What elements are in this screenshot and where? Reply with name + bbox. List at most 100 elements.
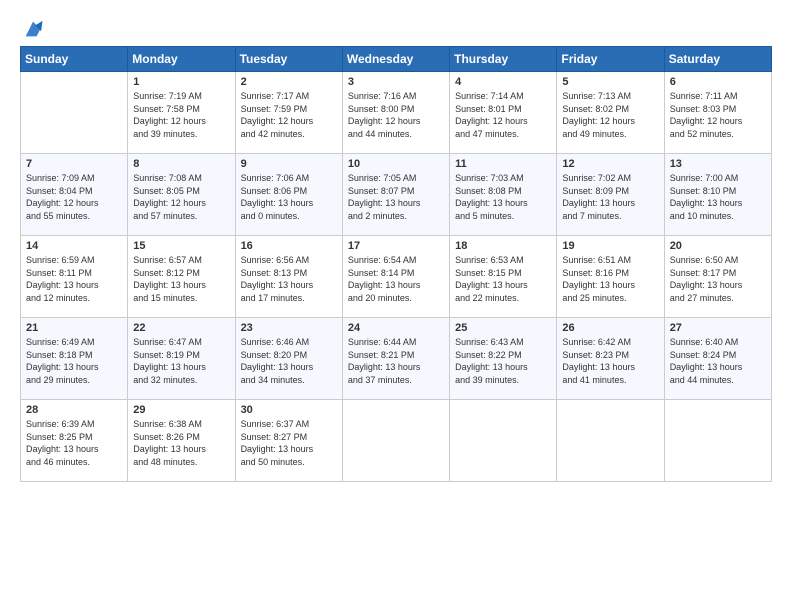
day-number: 17 bbox=[348, 240, 444, 252]
cell-info: Sunrise: 7:08 AM Sunset: 8:05 PM Dayligh… bbox=[133, 172, 229, 222]
day-number: 27 bbox=[670, 322, 766, 334]
cell-info: Sunrise: 6:53 AM Sunset: 8:15 PM Dayligh… bbox=[455, 254, 551, 304]
cell-info: Sunrise: 6:54 AM Sunset: 8:14 PM Dayligh… bbox=[348, 254, 444, 304]
day-number: 3 bbox=[348, 76, 444, 88]
calendar: SundayMondayTuesdayWednesdayThursdayFrid… bbox=[20, 46, 772, 482]
logo bbox=[20, 18, 44, 36]
day-number: 8 bbox=[133, 158, 229, 170]
day-number: 26 bbox=[562, 322, 658, 334]
calendar-cell: 7 Sunrise: 7:09 AM Sunset: 8:04 PM Daylig… bbox=[21, 154, 128, 236]
calendar-cell: 13 Sunrise: 7:00 AM Sunset: 8:10 PM Dayli… bbox=[664, 154, 771, 236]
calendar-week-1: 1Sunrise: 7:19 AM Sunset: 7:58 PM Daylig… bbox=[21, 72, 772, 154]
cell-info: Sunrise: 6:38 AM Sunset: 8:26 PM Dayligh… bbox=[133, 418, 229, 468]
calendar-cell: 17 Sunrise: 6:54 AM Sunset: 8:14 PM Dayli… bbox=[342, 236, 449, 318]
day-number: 23 bbox=[241, 322, 337, 334]
cell-info: Sunrise: 7:16 AM Sunset: 8:00 PM Dayligh… bbox=[348, 90, 444, 140]
cell-info: Sunrise: 6:50 AM Sunset: 8:17 PM Dayligh… bbox=[670, 254, 766, 304]
calendar-cell: 20Sunrise: 6:50 AM Sunset: 8:17 PM Dayli… bbox=[664, 236, 771, 318]
weekday-header-wednesday: Wednesday bbox=[342, 47, 449, 72]
calendar-cell: 22 Sunrise: 6:47 AM Sunset: 8:19 PM Dayli… bbox=[128, 318, 235, 400]
logo-icon bbox=[22, 18, 44, 40]
day-number: 24 bbox=[348, 322, 444, 334]
calendar-cell: 28 Sunrise: 6:39 AM Sunset: 8:25 PM Dayli… bbox=[21, 400, 128, 482]
day-number: 28 bbox=[26, 404, 122, 416]
day-number: 22 bbox=[133, 322, 229, 334]
calendar-week-2: 7 Sunrise: 7:09 AM Sunset: 8:04 PM Daylig… bbox=[21, 154, 772, 236]
calendar-week-3: 14 Sunrise: 6:59 AM Sunset: 8:11 PM Dayli… bbox=[21, 236, 772, 318]
day-number: 10 bbox=[348, 158, 444, 170]
day-number: 16 bbox=[241, 240, 337, 252]
weekday-header-friday: Friday bbox=[557, 47, 664, 72]
cell-info: Sunrise: 6:39 AM Sunset: 8:25 PM Dayligh… bbox=[26, 418, 122, 468]
calendar-cell: 23 Sunrise: 6:46 AM Sunset: 8:20 PM Dayli… bbox=[235, 318, 342, 400]
weekday-header-monday: Monday bbox=[128, 47, 235, 72]
day-number: 30 bbox=[241, 404, 337, 416]
calendar-cell bbox=[557, 400, 664, 482]
cell-info: Sunrise: 7:06 AM Sunset: 8:06 PM Dayligh… bbox=[241, 172, 337, 222]
calendar-cell: 5Sunrise: 7:13 AM Sunset: 8:02 PM Daylig… bbox=[557, 72, 664, 154]
calendar-week-5: 28 Sunrise: 6:39 AM Sunset: 8:25 PM Dayli… bbox=[21, 400, 772, 482]
calendar-cell: 29Sunrise: 6:38 AM Sunset: 8:26 PM Dayli… bbox=[128, 400, 235, 482]
cell-info: Sunrise: 6:42 AM Sunset: 8:23 PM Dayligh… bbox=[562, 336, 658, 386]
calendar-cell: 12 Sunrise: 7:02 AM Sunset: 8:09 PM Dayli… bbox=[557, 154, 664, 236]
cell-info: Sunrise: 7:09 AM Sunset: 8:04 PM Dayligh… bbox=[26, 172, 122, 222]
cell-info: Sunrise: 6:49 AM Sunset: 8:18 PM Dayligh… bbox=[26, 336, 122, 386]
weekday-header-row: SundayMondayTuesdayWednesdayThursdayFrid… bbox=[21, 47, 772, 72]
cell-info: Sunrise: 6:46 AM Sunset: 8:20 PM Dayligh… bbox=[241, 336, 337, 386]
calendar-cell bbox=[342, 400, 449, 482]
calendar-cell bbox=[450, 400, 557, 482]
day-number: 12 bbox=[562, 158, 658, 170]
day-number: 4 bbox=[455, 76, 551, 88]
calendar-cell: 6 Sunrise: 7:11 AM Sunset: 8:03 PM Daylig… bbox=[664, 72, 771, 154]
day-number: 9 bbox=[241, 158, 337, 170]
calendar-cell: 14 Sunrise: 6:59 AM Sunset: 8:11 PM Dayli… bbox=[21, 236, 128, 318]
cell-info: Sunrise: 6:40 AM Sunset: 8:24 PM Dayligh… bbox=[670, 336, 766, 386]
cell-info: Sunrise: 7:11 AM Sunset: 8:03 PM Dayligh… bbox=[670, 90, 766, 140]
page: SundayMondayTuesdayWednesdayThursdayFrid… bbox=[0, 0, 792, 612]
calendar-cell: 27 Sunrise: 6:40 AM Sunset: 8:24 PM Dayli… bbox=[664, 318, 771, 400]
calendar-cell bbox=[21, 72, 128, 154]
header bbox=[20, 18, 772, 36]
cell-info: Sunrise: 6:59 AM Sunset: 8:11 PM Dayligh… bbox=[26, 254, 122, 304]
calendar-cell: 10 Sunrise: 7:05 AM Sunset: 8:07 PM Dayli… bbox=[342, 154, 449, 236]
cell-info: Sunrise: 6:51 AM Sunset: 8:16 PM Dayligh… bbox=[562, 254, 658, 304]
day-number: 19 bbox=[562, 240, 658, 252]
weekday-header-sunday: Sunday bbox=[21, 47, 128, 72]
weekday-header-thursday: Thursday bbox=[450, 47, 557, 72]
calendar-cell: 8 Sunrise: 7:08 AM Sunset: 8:05 PM Daylig… bbox=[128, 154, 235, 236]
calendar-cell: 15Sunrise: 6:57 AM Sunset: 8:12 PM Dayli… bbox=[128, 236, 235, 318]
day-number: 15 bbox=[133, 240, 229, 252]
calendar-cell: 30 Sunrise: 6:37 AM Sunset: 8:27 PM Dayli… bbox=[235, 400, 342, 482]
day-number: 13 bbox=[670, 158, 766, 170]
cell-info: Sunrise: 7:03 AM Sunset: 8:08 PM Dayligh… bbox=[455, 172, 551, 222]
calendar-cell: 3 Sunrise: 7:16 AM Sunset: 8:00 PM Daylig… bbox=[342, 72, 449, 154]
weekday-header-tuesday: Tuesday bbox=[235, 47, 342, 72]
calendar-cell: 18 Sunrise: 6:53 AM Sunset: 8:15 PM Dayli… bbox=[450, 236, 557, 318]
calendar-cell: 19 Sunrise: 6:51 AM Sunset: 8:16 PM Dayli… bbox=[557, 236, 664, 318]
day-number: 2 bbox=[241, 76, 337, 88]
cell-info: Sunrise: 7:05 AM Sunset: 8:07 PM Dayligh… bbox=[348, 172, 444, 222]
calendar-cell: 26 Sunrise: 6:42 AM Sunset: 8:23 PM Dayli… bbox=[557, 318, 664, 400]
day-number: 7 bbox=[26, 158, 122, 170]
day-number: 11 bbox=[455, 158, 551, 170]
cell-info: Sunrise: 7:00 AM Sunset: 8:10 PM Dayligh… bbox=[670, 172, 766, 222]
calendar-cell: 2 Sunrise: 7:17 AM Sunset: 7:59 PM Daylig… bbox=[235, 72, 342, 154]
calendar-cell: 11 Sunrise: 7:03 AM Sunset: 8:08 PM Dayli… bbox=[450, 154, 557, 236]
day-number: 21 bbox=[26, 322, 122, 334]
cell-info: Sunrise: 6:47 AM Sunset: 8:19 PM Dayligh… bbox=[133, 336, 229, 386]
cell-info: Sunrise: 6:37 AM Sunset: 8:27 PM Dayligh… bbox=[241, 418, 337, 468]
calendar-cell: 4Sunrise: 7:14 AM Sunset: 8:01 PM Daylig… bbox=[450, 72, 557, 154]
calendar-cell: 16Sunrise: 6:56 AM Sunset: 8:13 PM Dayli… bbox=[235, 236, 342, 318]
calendar-cell: 25 Sunrise: 6:43 AM Sunset: 8:22 PM Dayli… bbox=[450, 318, 557, 400]
cell-info: Sunrise: 7:02 AM Sunset: 8:09 PM Dayligh… bbox=[562, 172, 658, 222]
cell-info: Sunrise: 7:13 AM Sunset: 8:02 PM Dayligh… bbox=[562, 90, 658, 140]
calendar-cell: 21 Sunrise: 6:49 AM Sunset: 8:18 PM Dayli… bbox=[21, 318, 128, 400]
cell-info: Sunrise: 6:43 AM Sunset: 8:22 PM Dayligh… bbox=[455, 336, 551, 386]
day-number: 14 bbox=[26, 240, 122, 252]
calendar-cell: 9 Sunrise: 7:06 AM Sunset: 8:06 PM Daylig… bbox=[235, 154, 342, 236]
day-number: 18 bbox=[455, 240, 551, 252]
day-number: 25 bbox=[455, 322, 551, 334]
day-number: 1 bbox=[133, 76, 229, 88]
day-number: 6 bbox=[670, 76, 766, 88]
cell-info: Sunrise: 7:17 AM Sunset: 7:59 PM Dayligh… bbox=[241, 90, 337, 140]
